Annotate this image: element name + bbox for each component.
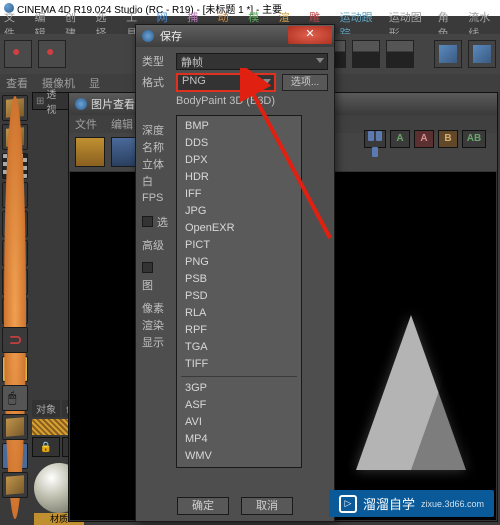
- format-option-bmp[interactable]: BMP: [177, 118, 301, 135]
- format-option-avi[interactable]: AVI: [177, 414, 301, 431]
- save-dialog-titlebar[interactable]: 保存 ✕: [136, 25, 334, 47]
- format-option-jpg[interactable]: JPG: [177, 203, 301, 220]
- primitive-cube-icon[interactable]: [434, 40, 462, 68]
- tab-objects[interactable]: 对象: [32, 400, 60, 417]
- format-option-pict[interactable]: PICT: [177, 237, 301, 254]
- render-settings-icon[interactable]: [386, 40, 414, 68]
- checkbox[interactable]: [142, 216, 153, 227]
- watermark: ▷ 溜溜自学 zixue.3d66.com: [329, 490, 494, 517]
- channel-b-icon[interactable]: B: [438, 130, 458, 148]
- channel-icons: A A B AB: [364, 130, 486, 148]
- name-value: BodyPaint 3D (B3D): [176, 95, 275, 107]
- format-combo[interactable]: PNG: [176, 73, 276, 92]
- checkbox[interactable]: [142, 262, 153, 273]
- format-option-mp4[interactable]: MP4: [177, 431, 301, 448]
- channel-a-red-icon[interactable]: A: [414, 130, 434, 148]
- white-label: 白: [142, 172, 168, 189]
- separator: [181, 376, 297, 377]
- pixratio-label: 像素: [142, 299, 168, 316]
- window-title: CINEMA 4D R19.024 Studio (RC - R19) - [未…: [17, 1, 282, 16]
- format-option-tga[interactable]: TGA: [177, 339, 301, 356]
- window-icon: [75, 98, 87, 110]
- lock-icon[interactable]: 🔒: [32, 437, 60, 457]
- cancel-button[interactable]: 取消: [241, 497, 293, 515]
- view-menu[interactable]: 查看: [6, 75, 28, 91]
- channel-a-green-icon[interactable]: A: [390, 130, 410, 148]
- format-option-dpx[interactable]: DPX: [177, 152, 301, 169]
- primitive-pen-icon[interactable]: [468, 40, 496, 68]
- dialog-button-row: 确定 取消: [136, 497, 334, 515]
- save-dialog-title: 保存: [160, 28, 182, 44]
- render-label: 渲染: [142, 316, 168, 333]
- format-option-rpf[interactable]: RPF: [177, 322, 301, 339]
- format-option-openexr[interactable]: OpenEXR: [177, 220, 301, 237]
- format-dropdown-list: BMP DDS DPX HDR IFF JPG OpenEXR PICT PNG…: [176, 115, 302, 468]
- pv-menu-file[interactable]: 文件: [75, 116, 97, 132]
- format-option-iff[interactable]: IFF: [177, 186, 301, 203]
- snap-icon[interactable]: [2, 327, 28, 353]
- solid-label: 立体: [142, 155, 168, 172]
- left-field-labels: 深度 名称 立体 白 FPS 选 高级 图 像素 渲染 显示: [142, 121, 168, 350]
- axis-icon[interactable]: [2, 298, 28, 324]
- type-combo[interactable]: 静帧: [176, 53, 328, 70]
- redo-icon[interactable]: [38, 40, 66, 68]
- watermark-url: zixue.3d66.com: [421, 499, 484, 509]
- save-dialog: 保存 ✕ 类型 静帧 格式 PNG 选项... 深度 名称 立体 白 FPS 选…: [135, 24, 335, 522]
- depth-label: 深度: [142, 121, 168, 138]
- window-icon: [142, 30, 154, 42]
- render-region-icon[interactable]: [352, 40, 380, 68]
- planar-workplane-icon[interactable]: [2, 472, 28, 498]
- channel-ab-icon[interactable]: AB: [462, 130, 486, 148]
- undo-icon[interactable]: [4, 40, 32, 68]
- save-dialog-body: 类型 静帧 格式 PNG 选项... 深度 名称 立体 白 FPS 选 高级 图…: [136, 47, 334, 92]
- type-label: 类型: [142, 53, 170, 69]
- format-option-asf[interactable]: ASF: [177, 397, 301, 414]
- pv-folder-icon[interactable]: [75, 137, 105, 167]
- format-option-3gp[interactable]: 3GP: [177, 380, 301, 397]
- format-option-png[interactable]: PNG: [177, 254, 301, 271]
- display-label: 显示: [142, 333, 168, 350]
- format-option-psb[interactable]: PSB: [177, 271, 301, 288]
- format-option-rla[interactable]: RLA: [177, 305, 301, 322]
- format-option-tiff[interactable]: TIFF: [177, 356, 301, 373]
- left-toolbar: S: [0, 92, 30, 523]
- highq-label: 高级: [142, 236, 168, 253]
- ok-button[interactable]: 确定: [177, 497, 229, 515]
- viewport-solo-icon[interactable]: [2, 414, 28, 440]
- format-label: 格式: [142, 74, 170, 90]
- close-button[interactable]: ✕: [288, 26, 332, 44]
- fps-label: FPS: [142, 189, 168, 207]
- format-option-dds[interactable]: DDS: [177, 135, 301, 152]
- pv-menu-edit[interactable]: 编辑: [111, 116, 133, 132]
- format-option-psd[interactable]: PSD: [177, 288, 301, 305]
- format-option-hdr[interactable]: HDR: [177, 169, 301, 186]
- format-option-wmv[interactable]: WMV: [177, 448, 301, 465]
- watermark-brand: 溜溜自学: [363, 494, 415, 513]
- histogram-icon[interactable]: [364, 130, 386, 148]
- tweak-icon[interactable]: [2, 385, 28, 411]
- perspective-tab[interactable]: 透视: [32, 92, 70, 110]
- watermark-logo-icon: ▷: [339, 495, 357, 513]
- imgcolor-label: 图: [142, 276, 168, 293]
- display-menu[interactable]: 显: [89, 75, 100, 91]
- name-label: 名称: [142, 138, 168, 155]
- options-button[interactable]: 选项...: [282, 74, 328, 91]
